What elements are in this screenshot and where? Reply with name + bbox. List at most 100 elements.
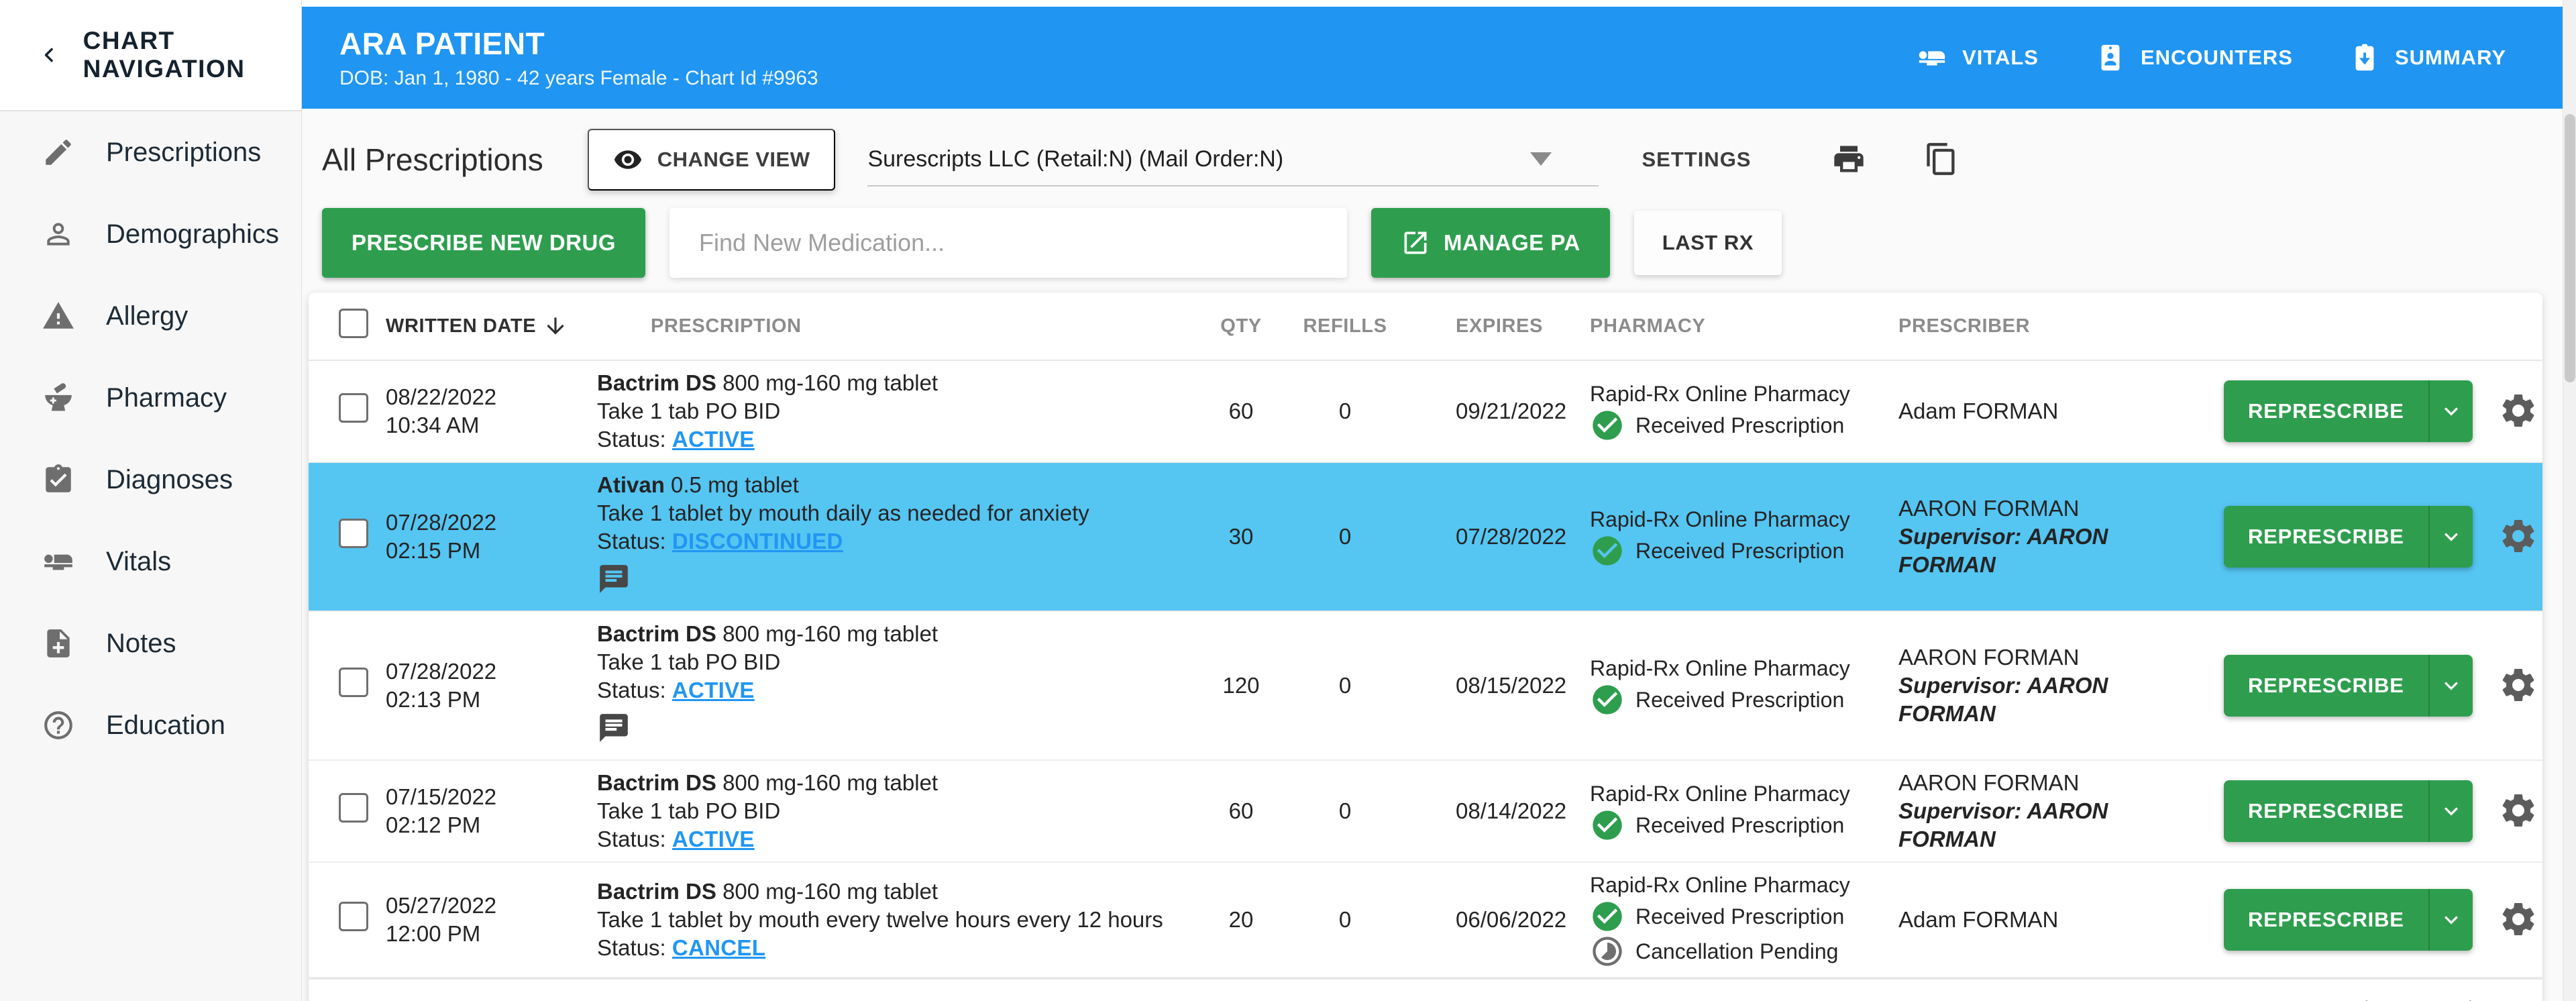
change-view-label: CHANGE VIEW [657, 148, 810, 172]
gear-icon [2498, 665, 2538, 705]
pharmacy-filter-select[interactable]: Surescripts LLC (Retail:N) (Mail Order:N… [867, 133, 1599, 187]
row-checkbox[interactable] [339, 793, 368, 823]
find-medication-input[interactable] [669, 208, 1347, 278]
row-checkbox[interactable] [339, 519, 368, 548]
represcribe-split-button[interactable]: REPRESCRIBE [2224, 506, 2473, 568]
represcribe-label: REPRESCRIBE [2224, 506, 2428, 568]
represcribe-split-button[interactable]: REPRESCRIBE [2224, 655, 2473, 717]
pharmacy-name: Rapid-Rx Online Pharmacy [1590, 380, 1898, 408]
represcribe-split-button[interactable]: REPRESCRIBE [2224, 380, 2473, 442]
page-title: All Prescriptions [322, 142, 543, 178]
refills-value: 0 [1288, 797, 1402, 825]
row-actions: REPRESCRIBE [2210, 506, 2542, 568]
represcribe-dropdown[interactable] [2428, 655, 2473, 717]
comment-icon[interactable] [597, 711, 631, 745]
settings-button[interactable]: SETTINGS [1642, 148, 1751, 172]
status-link[interactable]: CANCEL [672, 935, 765, 960]
prescriber-name: Adam FORMAN [1898, 906, 2210, 934]
page-scrollbar[interactable] [2563, 0, 2576, 1001]
last-rx-button[interactable]: LAST RX [1634, 211, 1782, 275]
prescription-cell: Ativan 0.5 mg tablet Take 1 tablet by mo… [597, 471, 1194, 602]
summary-button[interactable]: SUMMARY [2349, 42, 2506, 73]
table-header-row: WRITTEN DATE PRESCRIPTION QTY REFILLS EX… [309, 293, 2542, 361]
encounters-label: ENCOUNTERS [2141, 46, 2293, 70]
summary-label: SUMMARY [2395, 46, 2506, 70]
copy-button[interactable] [1924, 142, 1959, 178]
comment-icon[interactable] [597, 562, 631, 596]
sidebar-item-pharmacy[interactable]: Pharmacy [0, 357, 301, 439]
sidebar-item-vitals[interactable]: Vitals [0, 521, 301, 602]
clipboard-check-icon [42, 463, 75, 496]
pharmacy-cell: Rapid-Rx Online Pharmacy Received Prescr… [1590, 780, 1898, 843]
row-checkbox[interactable] [339, 393, 368, 423]
sidebar-item-diagnoses[interactable]: Diagnoses [0, 439, 301, 521]
prescription-cell: Bactrim DS 800 mg-160 mg tablet Take 1 t… [597, 878, 1194, 962]
represcribe-dropdown[interactable] [2428, 506, 2473, 568]
represcribe-dropdown[interactable] [2428, 889, 2473, 951]
encounters-button[interactable]: ENCOUNTERS [2095, 42, 2293, 73]
sidebar-item-label: Demographics [106, 219, 279, 250]
table-row[interactable]: 08/22/2022 10:34 AM Bactrim DS 800 mg-16… [309, 361, 2542, 463]
represcribe-dropdown[interactable] [2428, 380, 2473, 442]
row-settings-button[interactable] [2498, 899, 2538, 941]
row-settings-button[interactable] [2498, 665, 2538, 707]
expires-value: 06/06/2022 [1402, 906, 1590, 934]
status-label: Status: [597, 427, 666, 452]
sidebar-item-allergy[interactable]: Allergy [0, 275, 301, 357]
row-settings-button[interactable] [2498, 390, 2538, 433]
chevron-left-icon [2348, 995, 2379, 1001]
table-row[interactable]: 05/27/2022 12:00 PM Bactrim DS 800 mg-16… [309, 863, 2542, 978]
prescribe-new-drug-button[interactable]: PRESCRIBE NEW DRUG [322, 208, 645, 278]
status-link[interactable]: ACTIVE [672, 678, 755, 702]
sidebar-item-prescriptions[interactable]: Prescriptions [0, 111, 301, 193]
refills-value: 0 [1288, 672, 1402, 700]
represcribe-split-button[interactable]: REPRESCRIBE [2224, 780, 2473, 842]
column-written-date[interactable]: WRITTEN DATE [386, 313, 597, 339]
change-view-button[interactable]: CHANGE VIEW [588, 129, 836, 191]
vitals-button[interactable]: VITALS [1917, 42, 2039, 73]
status-link[interactable]: ACTIVE [672, 827, 755, 851]
drug-name: Bactrim DS [597, 621, 716, 646]
pharmacy-status: Received Prescription [1635, 902, 1844, 931]
manage-pa-button[interactable]: MANAGE PA [1371, 208, 1610, 278]
sidebar-item-education[interactable]: Education [0, 684, 301, 766]
drug-name: Bactrim DS [597, 879, 716, 904]
next-page-button[interactable] [2458, 995, 2489, 1001]
row-settings-button[interactable] [2498, 790, 2538, 833]
written-date: 07/28/2022 [386, 657, 597, 686]
represcribe-split-button[interactable]: REPRESCRIBE [2224, 889, 2473, 951]
select-all-checkbox[interactable] [339, 309, 368, 338]
sidebar-item-demographics[interactable]: Demographics [0, 193, 301, 275]
row-settings-button[interactable] [2498, 516, 2538, 558]
prescriber-cell: Adam FORMAN [1898, 906, 2210, 934]
table-row[interactable]: 07/28/2022 02:15 PM Ativan 0.5 mg tablet… [309, 463, 2542, 612]
represcribe-label: REPRESCRIBE [2224, 889, 2428, 951]
represcribe-label: REPRESCRIBE [2224, 655, 2428, 717]
previous-page-button[interactable] [2348, 995, 2379, 1001]
sidebar-nav: Prescriptions Demographics Allergy Pharm… [0, 111, 301, 766]
qty-value: 20 [1194, 906, 1288, 934]
prescriber-supervisor: Supervisor: AARON FORMAN [1898, 523, 2210, 579]
scrollbar-thumb[interactable] [2565, 114, 2575, 382]
qty-value: 60 [1194, 797, 1288, 825]
expires-value: 07/28/2022 [1402, 523, 1590, 551]
status-link[interactable]: DISCONTINUED [672, 529, 843, 554]
chevron-down-icon [2438, 398, 2465, 425]
written-time: 02:15 PM [386, 537, 597, 565]
prescriber-supervisor: Supervisor: AARON FORMAN [1898, 797, 2210, 853]
print-button[interactable] [1831, 142, 1866, 178]
table-row[interactable]: 07/15/2022 02:12 PM Bactrim DS 800 mg-16… [309, 761, 2542, 863]
pharmacy-name: Rapid-Rx Online Pharmacy [1590, 505, 1898, 533]
qty-value: 60 [1194, 397, 1288, 425]
expires-value: 08/15/2022 [1402, 672, 1590, 700]
badge-icon [2095, 42, 2126, 73]
drug-strength: 800 mg-160 mg tablet [722, 770, 938, 795]
prescriber-name: AARON FORMAN [1898, 769, 2210, 797]
represcribe-dropdown[interactable] [2428, 780, 2473, 842]
table-row[interactable]: 07/28/2022 02:13 PM Bactrim DS 800 mg-16… [309, 612, 2542, 761]
row-checkbox[interactable] [339, 668, 368, 697]
sidebar-item-notes[interactable]: Notes [0, 602, 301, 684]
back-chevron-icon[interactable] [39, 42, 60, 68]
row-checkbox[interactable] [339, 902, 368, 931]
status-link[interactable]: ACTIVE [672, 427, 755, 452]
